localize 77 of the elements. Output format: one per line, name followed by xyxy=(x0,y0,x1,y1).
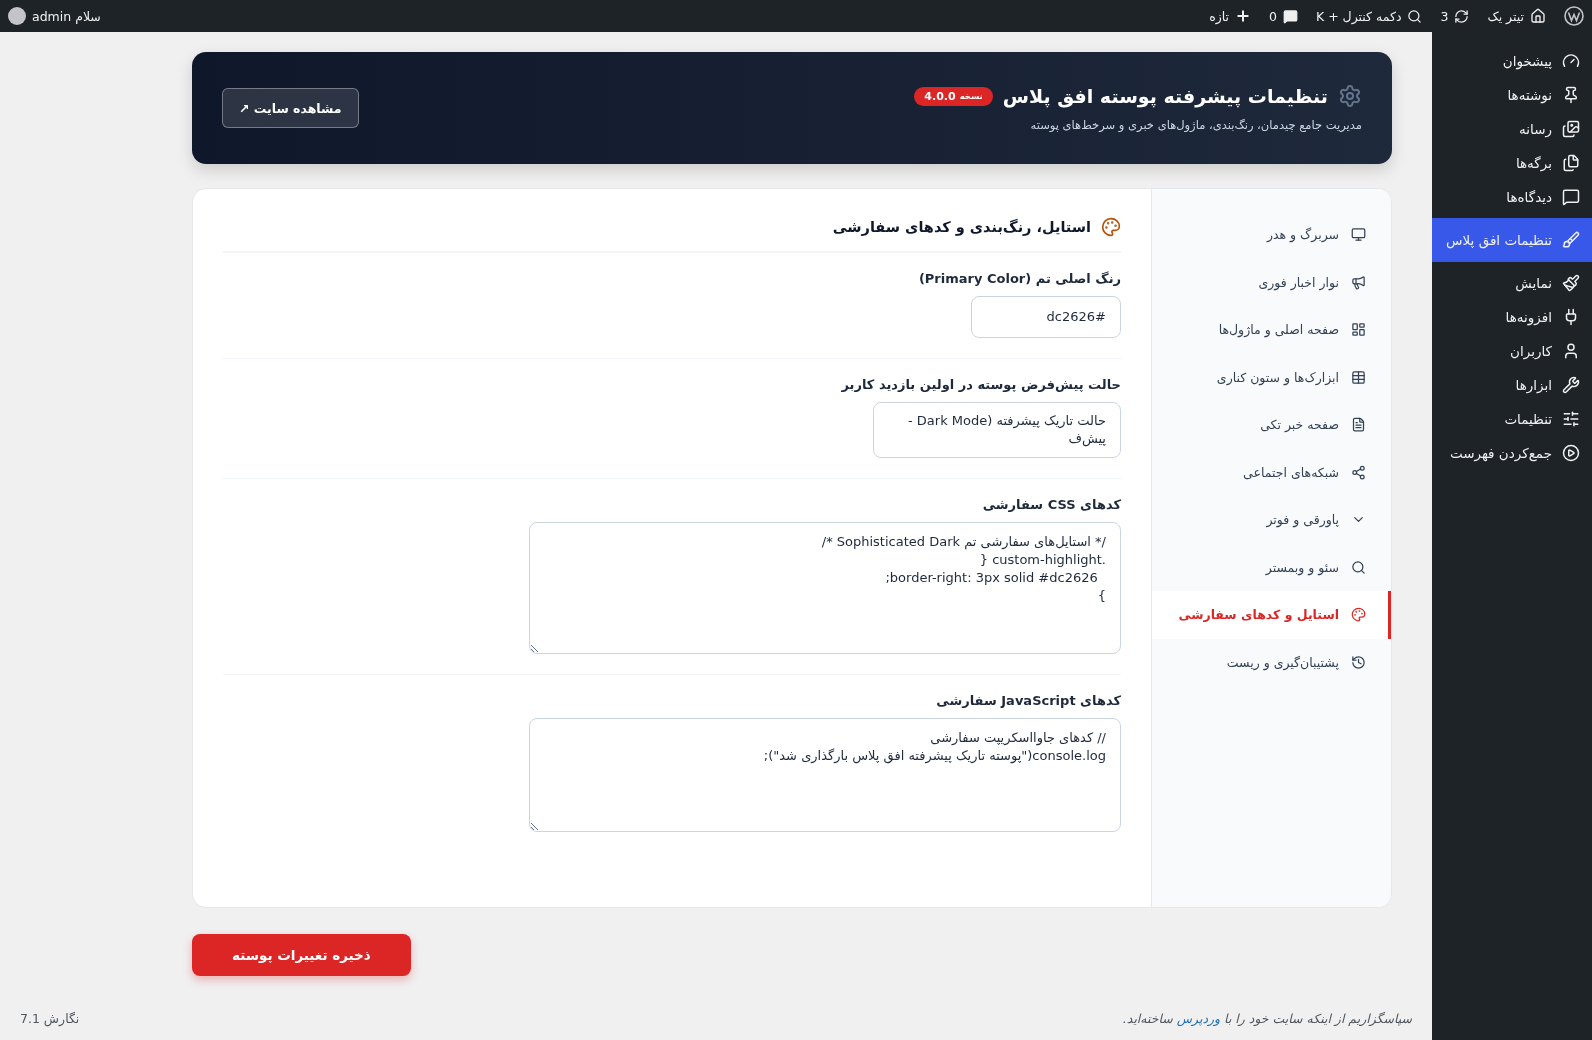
admin-menu-item[interactable]: پیشخوان xyxy=(1432,44,1592,78)
command-search-link[interactable]: دکمه کنترل + K xyxy=(1315,8,1402,24)
pages-icon xyxy=(1562,154,1580,172)
settings-nav-item[interactable]: صفحه اصلی و ماژول‌ها xyxy=(1152,306,1391,354)
wrench-icon xyxy=(1562,376,1580,394)
settings-nav-item[interactable]: ابزارک‌ها و ستون کناری xyxy=(1152,353,1391,401)
collapse-icon xyxy=(1562,444,1580,462)
settings-nav-item[interactable]: نوار اخبار فوری xyxy=(1152,258,1391,306)
brush-icon xyxy=(1562,231,1580,249)
settings-nav-item[interactable]: استایل و کدهای سفارشی xyxy=(1152,591,1391,639)
admin-menu-item[interactable]: نمایش xyxy=(1432,266,1592,300)
wordpress-logo-icon[interactable] xyxy=(1564,6,1584,26)
version-number: 4.0.0 xyxy=(924,89,956,103)
section-title: استایل، رنگ‌بندی و کدهای سفارشی xyxy=(832,219,1091,235)
settings-nav-item[interactable]: پاورقی و فوتر xyxy=(1152,496,1391,544)
version-label: نسخه xyxy=(959,91,983,101)
share-icon xyxy=(1351,464,1366,480)
admin-menu-item[interactable]: افزونه‌ها xyxy=(1432,300,1592,334)
settings-nav-item[interactable]: سئو و وبمستر xyxy=(1152,543,1391,591)
search-icon[interactable] xyxy=(1407,8,1423,24)
updates-icon[interactable] xyxy=(1454,8,1470,24)
settings-nav-item[interactable]: سربرگ و هدر xyxy=(1152,211,1391,259)
sliders-icon xyxy=(1562,410,1580,428)
field-label: رنگ اصلی تم (Primary Color) xyxy=(917,271,1121,286)
admin-menu-item[interactable]: دیدگاه‌ها xyxy=(1432,180,1592,214)
images-icon xyxy=(1562,120,1580,138)
user-icon xyxy=(1562,342,1580,360)
updates-count[interactable]: 3 xyxy=(1440,8,1449,24)
page-title: تنظیمات پیشرفته پوسته افق پلاس xyxy=(1002,85,1328,107)
pin-icon xyxy=(1562,86,1580,104)
monitor-icon xyxy=(1351,227,1366,243)
resize-grip-icon[interactable] xyxy=(531,822,539,830)
code-textarea[interactable]: /* استایل‌های سفارشی تم Sophisticated Dark */ .custom-highlight { border-right: 3px solid #dc2626; } xyxy=(529,522,1121,654)
home-icon[interactable] xyxy=(1530,8,1546,24)
palette-icon xyxy=(1351,607,1366,623)
admin-menu-item[interactable]: ابزارها xyxy=(1432,368,1592,402)
comment-icon xyxy=(1562,188,1580,206)
gauge-icon xyxy=(1562,52,1580,70)
admin-menu-item[interactable]: رسانه xyxy=(1432,112,1592,146)
admin-menu-item[interactable]: تنظیمات xyxy=(1432,402,1592,436)
select-field[interactable]: حالت تاریک پیشرفته (Dark Mode - پیش‌ف xyxy=(873,402,1121,458)
page-subtitle: مدیریت جامع چیدمان، رنگ‌بندی، ماژول‌های خبری و سرخط‌های پوسته xyxy=(1029,118,1362,132)
settings-nav-item[interactable]: شبکه‌های اجتماعی xyxy=(1152,448,1391,496)
color-input-field[interactable]: #dc2626 xyxy=(971,296,1121,338)
save-button[interactable]: ذخیره تغییرات پوسته xyxy=(192,934,411,976)
admin-menu-item[interactable]: نوشته‌ها xyxy=(1432,78,1592,112)
field-label: کدهای JavaScript سفارشی xyxy=(935,693,1121,708)
field-label: حالت پیش‌فرض پوسته در اولین بازدید کاربر xyxy=(840,377,1121,392)
code-textarea[interactable]: // کدهای جاوااسکریپت سفارشی console.log("پوسته تاریک پیشرفته افق پلاس بارگذاری شد"); xyxy=(529,718,1121,832)
admin-menu-item[interactable]: جمع‌کردن فهرست xyxy=(1432,436,1592,470)
footer-thanks-text: سپاسگزاریم از اینکه سایت خود را با وردپرس ساخته‌اید. xyxy=(1122,1010,1412,1026)
view-site-button[interactable]: مشاهده سایت ↗ xyxy=(222,88,359,128)
history-icon xyxy=(1351,654,1366,670)
table-icon xyxy=(1351,369,1366,385)
wordpress-link[interactable]: وردپرس xyxy=(1176,1010,1221,1026)
admin-menu-item[interactable]: تنظیمات افق پلاس xyxy=(1432,218,1592,262)
plus-icon[interactable] xyxy=(1235,8,1251,24)
settings-nav-item[interactable]: صفحه خبر تکی xyxy=(1152,401,1391,449)
comment-icon[interactable] xyxy=(1282,8,1298,24)
comments-count[interactable]: 0 xyxy=(1269,8,1277,24)
paintbrush-icon xyxy=(1562,274,1580,292)
site-name-link[interactable]: تیتر یک xyxy=(1487,8,1524,24)
new-content-link[interactable]: تازه xyxy=(1209,8,1229,24)
layout-icon xyxy=(1351,322,1366,338)
palette-icon xyxy=(1101,217,1121,237)
settings-nav-item[interactable]: پشتیبان‌گیری و ریست xyxy=(1152,638,1391,686)
version-text: نگارش 7.1 xyxy=(20,1010,80,1026)
resize-grip-icon[interactable] xyxy=(531,644,539,652)
admin-menu-item[interactable]: کاربران xyxy=(1432,334,1592,368)
search-icon xyxy=(1351,559,1366,575)
megaphone-icon xyxy=(1351,274,1366,290)
document-icon xyxy=(1351,417,1366,433)
avatar-icon[interactable] xyxy=(8,7,26,25)
gear-icon xyxy=(1338,84,1362,108)
field-label: کدهای CSS سفارشی xyxy=(981,497,1121,512)
admin-menu-item[interactable]: برگه‌ها xyxy=(1432,146,1592,180)
greeting-link[interactable]: سلام admin xyxy=(32,8,101,24)
